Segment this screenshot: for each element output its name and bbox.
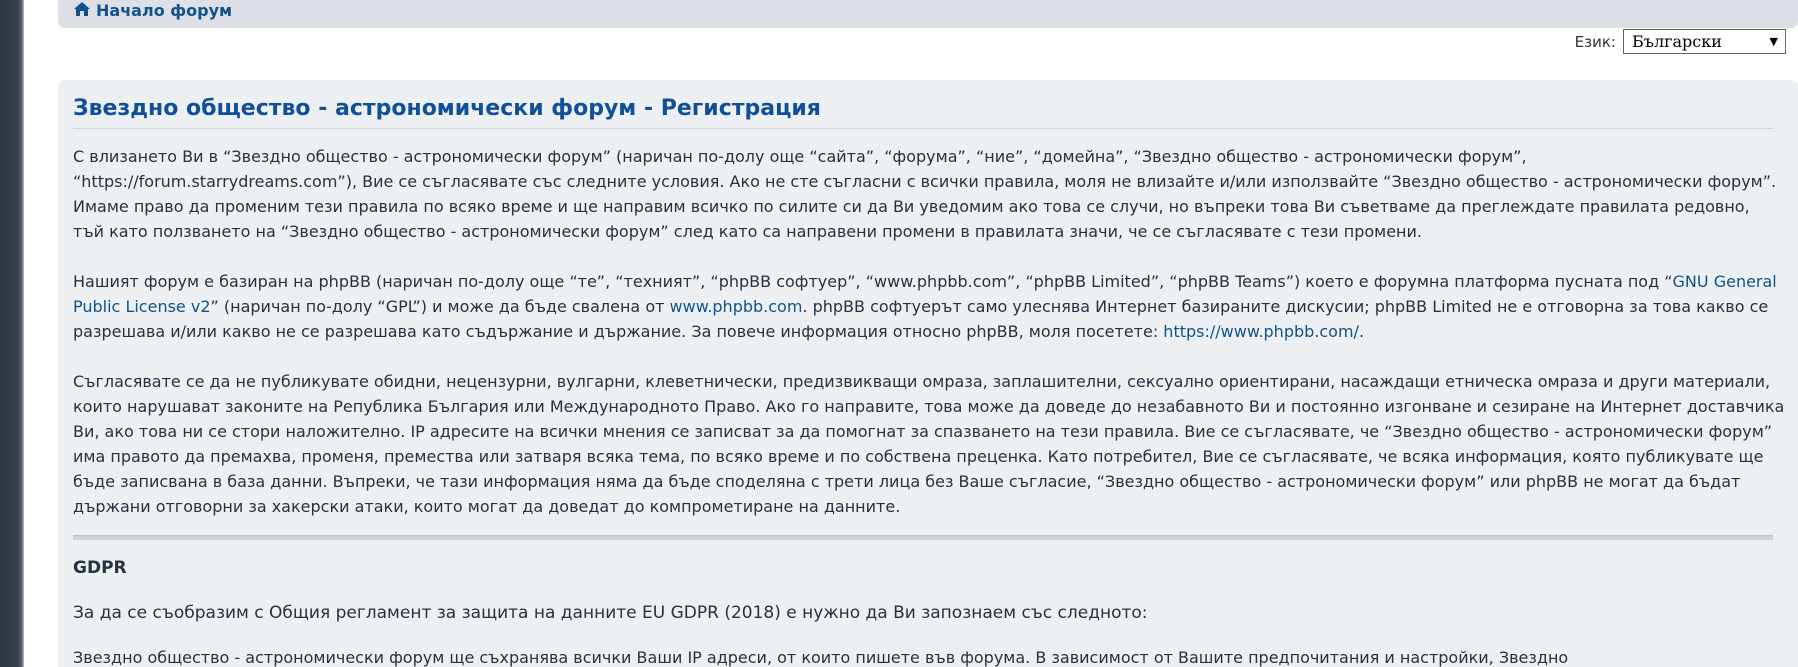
gdpr-intro: За да се съобразим с Общия регламент за … (73, 603, 1148, 623)
terms-paragraph-2: Нашият форум е базиран на phpBB (наричан… (73, 269, 1785, 344)
phpbb-link[interactable]: www.phpbb.com (670, 297, 803, 316)
terms-content: С влизането Ви в “Звездно общество - аст… (73, 144, 1785, 667)
navbar: Начало форум (58, 0, 1798, 28)
language-select[interactable]: Български ▼ (1623, 29, 1786, 54)
window-left-edge (0, 0, 24, 667)
home-icon (74, 1, 90, 20)
language-selector-row: Език: Български ▼ (1575, 29, 1786, 54)
page-title: Звездно общество - астрономически форум … (73, 96, 1773, 129)
forum-home-label: Начало форум (96, 1, 233, 20)
registration-panel: Звездно общество - астрономически форум … (58, 80, 1798, 667)
language-label: Език: (1574, 32, 1616, 51)
terms-paragraph-2-text-a: Нашият форум е базиран на phpBB (наричан… (73, 272, 1673, 291)
forum-home-link[interactable]: Начало форум (74, 1, 232, 20)
terms-paragraph-3: Съгласявате се да не публикувате обидни,… (73, 372, 1785, 516)
language-select-value: Български (1632, 32, 1722, 51)
gdpr-paragraph: Звездно общество - астрономически форум … (73, 648, 1569, 667)
terms-paragraph-2-text-b: ” (наричан по-долу “GPL”) и може да бъде… (210, 297, 670, 316)
phpbb-full-link[interactable]: https://www.phpbb.com/ (1163, 322, 1359, 341)
chevron-down-icon: ▼ (1769, 35, 1778, 48)
section-divider (73, 535, 1773, 540)
terms-paragraph-1: С влизането Ви в “Звездно общество - аст… (73, 147, 1777, 241)
gdpr-heading: GDPR (73, 558, 127, 578)
terms-paragraph-2-text-d: . (1358, 322, 1365, 341)
